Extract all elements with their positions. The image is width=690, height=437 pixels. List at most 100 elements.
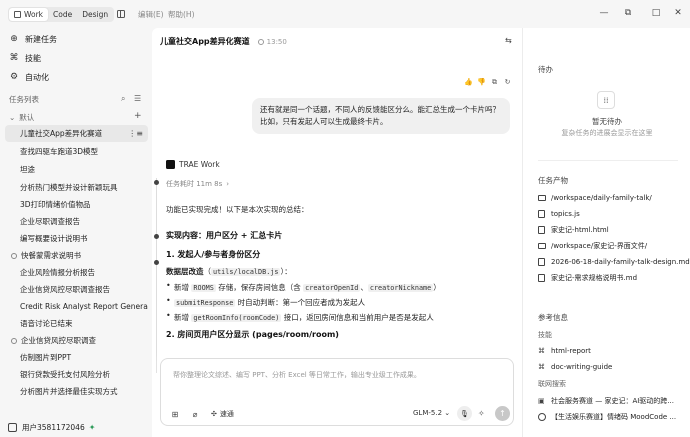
task-item[interactable]: 分析图片并选择最佳实现方式 bbox=[5, 383, 148, 400]
title-bar: Work Code Design 编辑(E) 帮助(H) — ⧉ □ ✕ bbox=[0, 0, 690, 28]
task-item[interactable]: 企业风险情报分析报告 bbox=[5, 264, 148, 281]
task-item[interactable]: 分析热门模型并设计新颖玩具 bbox=[5, 179, 148, 196]
thumbs-up-icon[interactable]: 👍 bbox=[462, 78, 475, 87]
task-item[interactable]: 语音讨论已结束 bbox=[5, 315, 148, 332]
search-result-item[interactable]: ▣ 社会服务赛道 — 家史记：AI驱动的跨... bbox=[538, 394, 674, 408]
task-item[interactable]: Credit Risk Analyst Report Generation bbox=[5, 298, 148, 315]
nav-automation[interactable]: ⚙ 自动化 bbox=[5, 68, 147, 86]
skill-item[interactable]: ⌘ doc-writing-guide bbox=[538, 360, 612, 374]
thumbs-down-icon[interactable]: 👎 bbox=[475, 78, 488, 87]
automation-icon: ⚙ bbox=[9, 72, 19, 82]
artifact-item[interactable]: /workspace/daily-family-talk/ bbox=[538, 191, 652, 205]
filter-icon[interactable]: ☰ bbox=[134, 94, 141, 103]
timeline-dot bbox=[154, 180, 159, 185]
task-menu-icon[interactable]: ⋮≡ bbox=[128, 129, 143, 138]
task-list-label: 任务列表 bbox=[9, 95, 39, 104]
bullet-text: 新增 getRoomInfo(roomCode) 接口，返回房间信息和当前用户是… bbox=[174, 313, 434, 322]
todo-title: 待办 bbox=[538, 65, 553, 74]
search-icon[interactable]: ⌕ bbox=[121, 94, 125, 104]
speed-toggle[interactable]: ✣ 速通 bbox=[211, 409, 234, 419]
add-task-icon[interactable]: + bbox=[134, 111, 142, 121]
heading-section-2: 2. 房间页用户区分显示 (pages/room/room) bbox=[166, 330, 339, 339]
bullet-text: 新增 ROOMS 存储，保存房间信息（含 creatorOpenId、 creat… bbox=[174, 283, 441, 292]
task-item[interactable]: 查找四驱车跑道3D模型 bbox=[5, 143, 148, 160]
green-leaf-icon: ✦ bbox=[88, 422, 96, 432]
skill-icon: ⌘ bbox=[538, 347, 545, 355]
skill-item[interactable]: ⌘ html-report bbox=[538, 344, 591, 358]
nav-new-task[interactable]: ⊕ 新建任务 bbox=[5, 30, 147, 48]
add-context-icon[interactable]: ⊞ bbox=[170, 409, 180, 419]
elapsed-toggle[interactable]: 任务耗时 11m 8s › bbox=[166, 179, 229, 189]
sidebar: ⊕ 新建任务 ⌘ 技能 ⚙ 自动化 任务列表 ⌕ ☰ ⌄ 默认 + 儿童社交App差异化… bbox=[0, 28, 152, 437]
artifact-item[interactable]: /workspace/家史记-界面文件/ bbox=[538, 239, 647, 253]
trae-logo-icon bbox=[166, 160, 175, 169]
artifact-item[interactable]: 家史记-需求规格说明书.md bbox=[538, 271, 637, 285]
bullet-text: submitResponse 时自动判断：第一个回应者成为发起人 bbox=[174, 298, 366, 307]
user-bar[interactable]: 用户3581172046 ✦ bbox=[0, 417, 152, 437]
conversation-panel: 儿童社交App差异化赛道 13:50 ⇆ 👍 👎 ⧉ ↻ 还有就是同一个话题，不… bbox=[152, 28, 522, 437]
task-item[interactable]: 编写概要设计说明书 bbox=[5, 230, 148, 247]
status-dot-icon bbox=[11, 337, 17, 344]
group-item[interactable]: 快餐蒙需求说明书 bbox=[5, 247, 148, 264]
file-icon bbox=[538, 258, 545, 266]
menu-help[interactable]: 帮助(H) bbox=[168, 9, 195, 20]
skill-icon: ⌘ bbox=[538, 363, 545, 371]
agent-header: TRAE Work bbox=[166, 160, 220, 169]
nav-skills[interactable]: ⌘ 技能 bbox=[5, 49, 147, 67]
bookmark-icon: ▣ bbox=[538, 397, 545, 405]
panel-toggle-icon[interactable]: ⇆ bbox=[505, 36, 512, 45]
tab-code[interactable]: Code bbox=[48, 8, 77, 21]
task-item[interactable]: 坦途 bbox=[5, 161, 148, 178]
artifact-item[interactable]: 2026-06-18-daily-family-talk-design.md bbox=[538, 255, 690, 269]
composer: 帮你整理论文综述、编写 PPT、分析 Excel 等日常工作，输出专业级工作成果… bbox=[160, 358, 514, 426]
artifact-item[interactable]: 家史记-html.html bbox=[538, 223, 609, 237]
send-button[interactable]: ↑ bbox=[495, 406, 510, 421]
bullet-icon: • bbox=[166, 311, 171, 320]
menu-edit[interactable]: 编辑(E) bbox=[138, 9, 164, 20]
tab-work[interactable]: Work bbox=[9, 8, 48, 21]
artifacts-title: 任务产物 bbox=[538, 176, 568, 185]
artifact-item[interactable]: topics.js bbox=[538, 207, 580, 221]
timeline-line bbox=[156, 178, 157, 373]
todo-empty-icon: ⁞⁞ bbox=[597, 91, 615, 109]
maximize-icon[interactable]: □ bbox=[650, 8, 662, 18]
task-item[interactable]: 银行贷款受托支付风险分析 bbox=[5, 366, 148, 383]
clock-icon bbox=[257, 38, 264, 45]
globe-icon bbox=[538, 413, 546, 421]
chevron-right-icon: › bbox=[226, 180, 230, 188]
task-item[interactable]: 3D打印情绪价值物品 bbox=[5, 196, 148, 213]
group-item[interactable]: 企业信贷风控尽职调查 bbox=[5, 332, 148, 349]
skills-title: 技能 bbox=[538, 331, 552, 339]
heading-core: 实现内容：用户区分 + 汇总卡片 bbox=[166, 231, 283, 240]
copy-icon[interactable]: ⧉ bbox=[488, 78, 501, 87]
restore-icon[interactable]: ⧉ bbox=[622, 8, 634, 18]
task-item[interactable]: 企业信贷风控尽职调查报告 bbox=[5, 281, 148, 298]
model-select[interactable]: GLM-5.2 ⌄ bbox=[413, 409, 450, 417]
mic-icon[interactable]: 🎙 bbox=[457, 406, 472, 421]
task-item[interactable]: 企业尽职调查报告 bbox=[5, 213, 148, 230]
avatar bbox=[8, 422, 17, 432]
group-default[interactable]: ⌄ 默认 bbox=[9, 112, 34, 123]
task-item[interactable]: 儿童社交App差异化赛道 ⋮≡ bbox=[5, 125, 148, 142]
message-actions: 👍 👎 ⧉ ↻ bbox=[462, 78, 514, 87]
sidebar-toggle-icon[interactable] bbox=[117, 10, 125, 18]
bullet-icon: • bbox=[166, 296, 171, 305]
attach-icon[interactable]: ⌀ bbox=[190, 409, 200, 419]
chevron-down-icon: ⌄ bbox=[9, 113, 16, 122]
refresh-icon[interactable]: ↻ bbox=[501, 78, 514, 87]
sparkle-icon[interactable]: ✧ bbox=[478, 409, 485, 418]
skills-icon: ⌘ bbox=[9, 53, 19, 63]
search-result-item[interactable]: 【生活娱乐赛道】情绪码 MoodCode ... bbox=[538, 410, 676, 424]
task-item[interactable]: 仿制图片到PPT bbox=[5, 349, 148, 366]
tab-design[interactable]: Design bbox=[77, 8, 113, 21]
file-icon bbox=[538, 210, 545, 218]
close-icon[interactable]: ✕ bbox=[672, 8, 684, 18]
composer-input[interactable]: 帮你整理论文综述、编写 PPT、分析 Excel 等日常工作，输出专业级工作成果… bbox=[173, 370, 421, 380]
minimize-icon[interactable]: — bbox=[598, 8, 610, 18]
bullet-icon: • bbox=[166, 281, 171, 290]
folder-icon bbox=[538, 195, 546, 201]
conversation-time: 13:50 bbox=[266, 37, 287, 46]
file-icon bbox=[538, 226, 545, 234]
work-icon bbox=[14, 11, 21, 18]
user-message: 还有就是同一个话题，不同人的反馈能区分么。能汇总生成一个卡片吗？比如，只有发起人… bbox=[252, 98, 510, 134]
